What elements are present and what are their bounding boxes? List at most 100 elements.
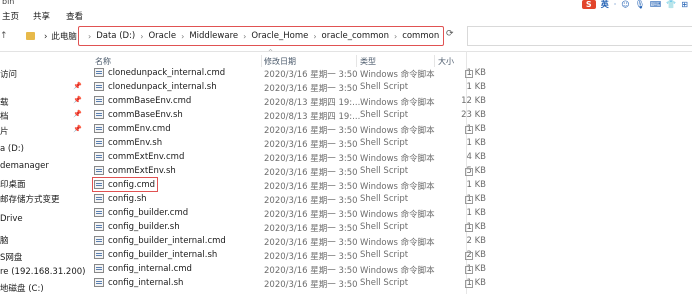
script-file-icon [94, 278, 104, 287]
sogou-logo-icon[interactable]: S [581, 0, 596, 9]
ime-toolbar: S 英 · ☺ 🎙 ⌨ 👕 ⊞ [581, 0, 688, 9]
script-file-icon [94, 194, 104, 203]
file-size: 1 KB [466, 278, 486, 288]
chevron-right-icon: › [313, 31, 317, 41]
file-row[interactable]: config_builder.cmd 2020/3/16 星期一 3:50 Wind… [92, 206, 692, 220]
file-name: config_builder_internal.sh [108, 250, 218, 260]
ime-toolbox-icon[interactable]: ⊞ [681, 0, 688, 9]
file-name: commEnv.cmd [108, 124, 171, 134]
file-row[interactable]: config_internal.sh 2020/3/16 星期一 3:50 Shel… [92, 276, 692, 290]
row-checkbox[interactable] [465, 280, 473, 288]
breadcrumb-data-drive[interactable]: Data (D:) [96, 31, 135, 41]
nav-item[interactable]: S网盘 [0, 248, 88, 264]
row-checkbox[interactable] [465, 252, 473, 260]
file-date: 2020/3/16 星期一 3:50 [264, 140, 358, 150]
row-checkbox[interactable] [465, 168, 473, 176]
file-date: 2020/8/13 星期四 19:... [264, 98, 361, 108]
ime-skin-icon[interactable]: 👕 [666, 0, 676, 9]
breadcrumb-oracle-home[interactable]: Oracle_Home [251, 31, 308, 41]
row-checkbox[interactable] [465, 224, 473, 232]
file-date: 2020/3/16 星期一 3:50 [264, 252, 358, 262]
file-row[interactable]: commExtEnv.cmd 2020/3/16 星期一 3:50 Windows … [92, 150, 692, 164]
breadcrumb-common[interactable]: common [402, 31, 439, 41]
nav-item[interactable]: Drive [0, 211, 88, 227]
script-file-icon [94, 96, 104, 105]
file-date: 2020/8/13 星期四 19:... [264, 112, 361, 122]
up-arrow-icon[interactable]: ↑ [0, 31, 8, 41]
file-size: 1 KB [466, 264, 486, 274]
file-row[interactable]: config_internal.cmd 2020/3/16 星期一 3:50 Win… [92, 262, 692, 276]
breadcrumb-middleware[interactable]: Middleware [189, 31, 238, 41]
file-row[interactable]: config_builder_internal.cmd 2020/3/16 星期一… [92, 234, 692, 248]
file-name: config_builder_internal.cmd [108, 236, 226, 246]
file-date: 2020/3/16 星期一 3:50 [264, 210, 358, 220]
folder-icon [26, 32, 35, 40]
nav-item[interactable]: 印桌面 [0, 175, 88, 191]
breadcrumb-oracle-common[interactable]: oracle_common [322, 31, 389, 41]
file-name: config_internal.cmd [108, 264, 192, 274]
script-file-icon [94, 208, 104, 217]
tab-view[interactable]: 查看 [66, 10, 83, 22]
script-file-icon [94, 110, 104, 119]
file-name: config_internal.sh [108, 278, 184, 288]
window-title: bin [2, 0, 15, 6]
ime-emoji-icon[interactable]: ☺ [621, 0, 629, 9]
chevron-right-icon: › [44, 32, 48, 42]
file-name: commExtEnv.sh [108, 166, 176, 176]
nav-item[interactable]: re (192.168.31.200) [0, 264, 88, 280]
file-type: Windows 命令脚本 [360, 210, 435, 220]
file-row[interactable]: commExtEnv.sh 2020/3/16 星期一 3:50 Shell Scr… [92, 164, 692, 178]
file-type: Shell Script [360, 166, 409, 176]
file-row[interactable]: config_builder.sh 2020/3/16 星期一 3:50 Shell… [92, 220, 692, 234]
row-checkbox[interactable] [465, 126, 473, 134]
breadcrumb-this-pc[interactable]: 此电脑 [51, 32, 77, 42]
nav-item[interactable]: a (D:) [0, 141, 88, 157]
script-file-icon [94, 250, 104, 259]
ime-voice-icon[interactable]: 🎙 [635, 0, 645, 9]
file-row[interactable]: commEnv.cmd 2020/3/16 星期一 3:50 Windows 命令脚… [92, 122, 692, 136]
address-row: ↑ › 此电脑 › Data (D:) › Oracle › Middleware… [0, 23, 692, 52]
ime-keyboard-icon[interactable]: ⌨ [650, 0, 662, 9]
file-type: Shell Script [360, 250, 409, 260]
file-size: 1 KB [466, 124, 486, 134]
row-checkbox[interactable] [465, 196, 473, 204]
row-checkbox[interactable] [465, 70, 473, 78]
file-row[interactable]: config_builder_internal.sh 2020/3/16 星期一 … [92, 248, 692, 262]
file-type: Shell Script [360, 194, 409, 204]
nav-item[interactable]: 档 📌 [0, 107, 88, 123]
nav-item[interactable]: 邮存储方式变更 [0, 190, 88, 206]
nav-item[interactable]: 片 📌 [0, 122, 88, 138]
file-date: 2020/3/16 星期一 3:50 [264, 266, 358, 276]
tab-home[interactable]: 主页 [2, 10, 19, 22]
address-bar[interactable]: › Data (D:) › Oracle › Middleware › Orac… [78, 26, 444, 46]
row-checkbox[interactable] [465, 266, 473, 274]
tab-share[interactable]: 共享 [33, 10, 50, 22]
nav-item[interactable]: 脑 [0, 231, 88, 247]
file-row[interactable]: commBaseEnv.sh 2020/8/13 星期四 19:... Shell … [92, 108, 692, 122]
file-size: 23 KB [461, 110, 486, 120]
pin-icon: 📌 [73, 110, 82, 118]
file-row[interactable]: clonedunpack_internal.sh 2020/3/16 星期一 3:… [92, 80, 692, 94]
breadcrumb-oracle[interactable]: Oracle [148, 31, 176, 41]
file-row[interactable]: config.cmd 2020/3/16 星期一 3:50 Windows 命令脚本… [92, 178, 692, 192]
file-row[interactable]: commEnv.sh 2020/3/16 星期一 3:50 Shell Script… [92, 136, 692, 150]
file-name: clonedunpack_internal.sh [108, 82, 217, 92]
chevron-right-icon: › [393, 31, 398, 41]
file-row[interactable]: commBaseEnv.cmd 2020/8/13 星期四 19:... Windo… [92, 94, 692, 108]
file-type: Windows 命令脚本 [360, 266, 435, 276]
file-name: config.sh [108, 194, 147, 204]
file-size: 5 KB [466, 166, 486, 176]
breadcrumb-root[interactable]: › 此电脑 [44, 30, 81, 42]
file-row[interactable]: clonedunpack_internal.cmd 2020/3/16 星期一 3… [92, 66, 692, 80]
file-name: config_builder.sh [108, 222, 180, 232]
nav-item[interactable]: demanager [0, 158, 88, 174]
search-input[interactable] [467, 26, 692, 46]
sort-arrow-icon: ^ [268, 49, 274, 56]
script-file-icon [94, 152, 104, 161]
refresh-icon[interactable]: ⟳ [446, 29, 454, 39]
file-name: commBaseEnv.cmd [108, 96, 192, 106]
nav-item[interactable]: 地磁盘 (C:) [0, 279, 88, 295]
ime-punctuation-icon[interactable]: · [614, 0, 617, 9]
file-row[interactable]: config.sh 2020/3/16 星期一 3:50 Shell Script 1… [92, 192, 692, 206]
file-date: 2020/3/16 星期一 3:50 [264, 196, 358, 206]
